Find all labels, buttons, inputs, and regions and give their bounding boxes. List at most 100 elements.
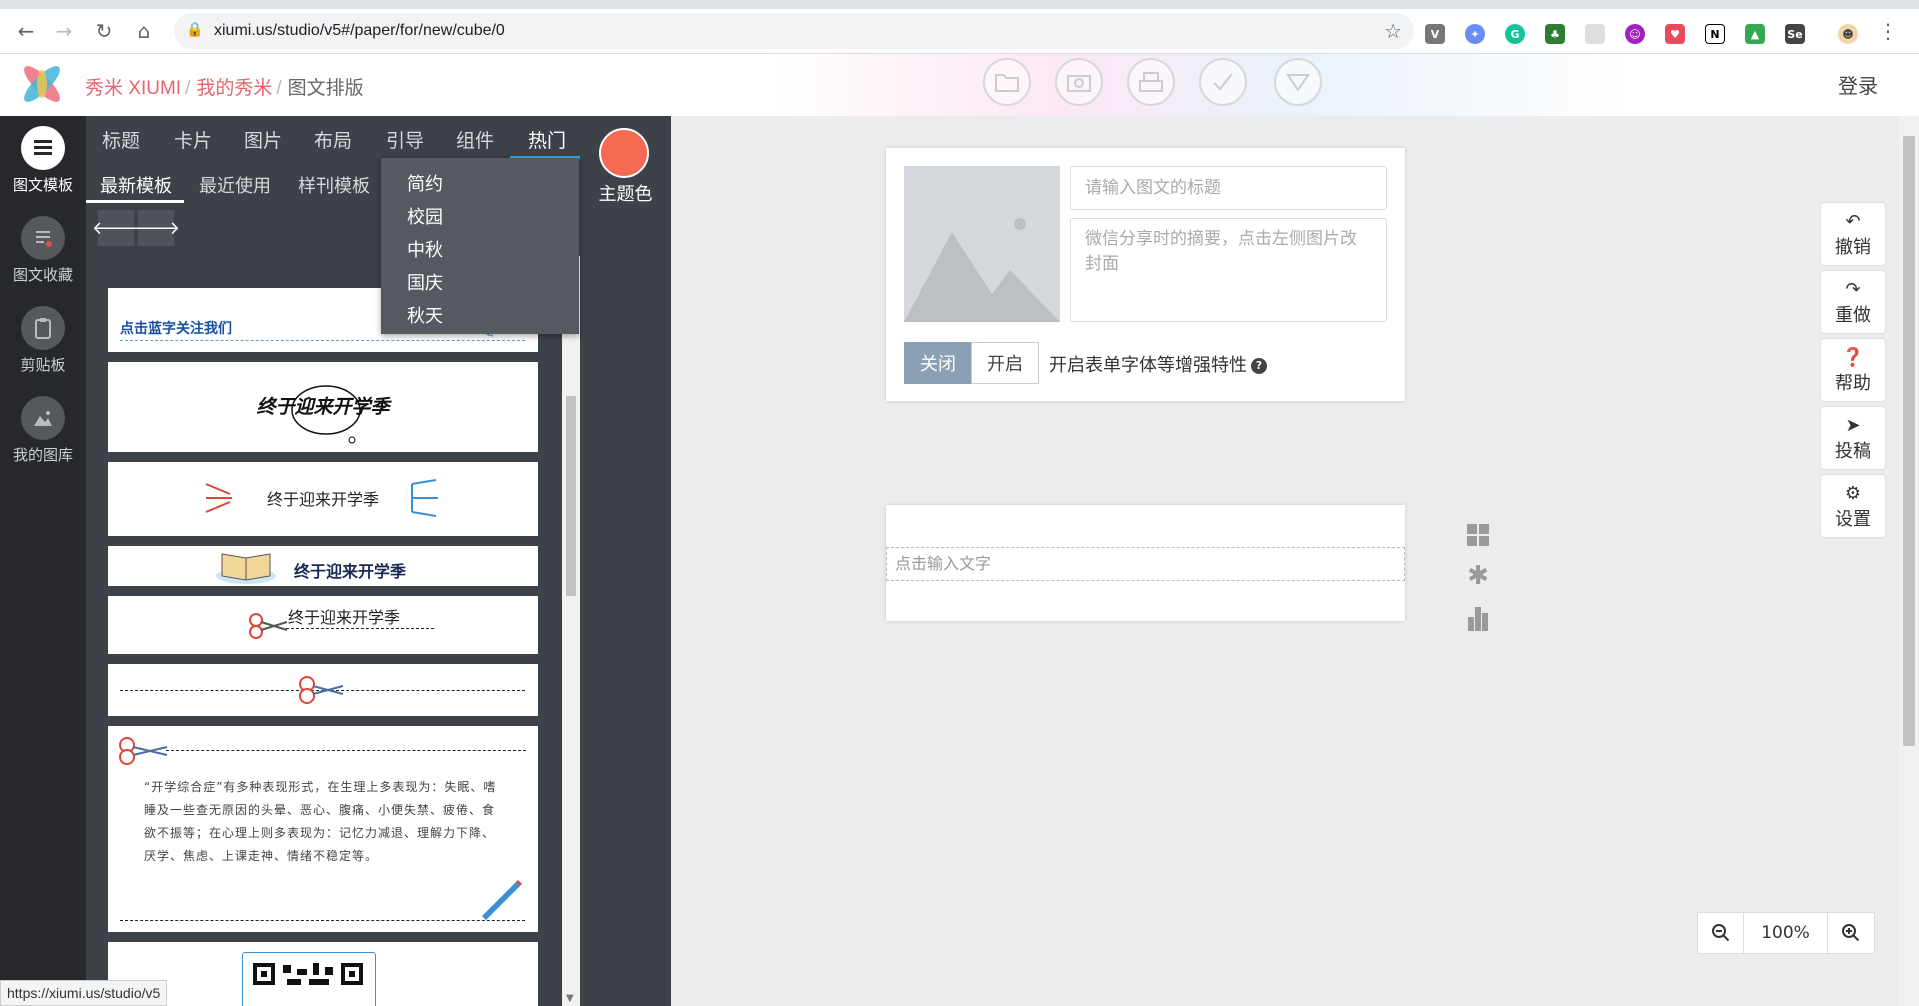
article-meta-card: 关闭 开启 开启表单字体等增强特性?: [886, 148, 1405, 401]
pen-icon: [482, 880, 522, 920]
breadcrumb-current: 图文排版: [287, 78, 364, 99]
image-placeholder-icon: [904, 166, 1060, 322]
extension-grammarly-icon[interactable]: G: [1505, 24, 1525, 44]
qr-code-icon: [253, 963, 363, 985]
template-card-school[interactable]: 终于迎来开学季: [108, 462, 538, 536]
tab-layout[interactable]: 布局: [314, 126, 352, 153]
template-text: 终于迎来开学季: [288, 608, 401, 627]
tab-image[interactable]: 图片: [244, 126, 282, 153]
template-list-scrollbar[interactable]: ▼: [562, 256, 580, 1006]
tab-hot[interactable]: 热门: [528, 126, 566, 153]
zoom-out-icon[interactable]: [1698, 913, 1744, 953]
bar-chart-icon[interactable]: [1465, 605, 1491, 631]
help-icon[interactable]: ?: [1251, 358, 1267, 374]
template-text: 终于迎来开学季: [266, 490, 379, 509]
next-page-button[interactable]: 🡒: [132, 210, 180, 246]
theme-color-swatch[interactable]: [599, 128, 649, 178]
grid-layout-icon[interactable]: [1465, 522, 1491, 548]
qr-frame: [242, 952, 376, 1006]
breadcrumb-mine[interactable]: 我的秀米: [196, 78, 272, 99]
template-card-school[interactable]: 终于迎来开学季: [108, 596, 538, 654]
extension-tree-icon[interactable]: ♣: [1545, 24, 1565, 44]
dashed-line: [120, 340, 525, 341]
undo-label: 撤销: [1835, 237, 1871, 258]
scissors-icon: [119, 737, 168, 765]
settings-label: 设置: [1835, 509, 1871, 530]
extension-notion-icon[interactable]: N: [1705, 24, 1725, 44]
dropdown-item-simple[interactable]: 简约: [407, 170, 443, 196]
rail-item-clipboard[interactable]: 剪贴板: [0, 306, 86, 375]
bookmark-star-icon[interactable]: ☆: [1384, 19, 1402, 43]
dropdown-item-campus[interactable]: 校园: [407, 203, 443, 229]
prev-page-button[interactable]: 🡐: [92, 210, 140, 246]
redo-button[interactable]: ↷ 重做: [1820, 270, 1886, 334]
extension-v-icon[interactable]: V: [1425, 24, 1445, 44]
triangle-down-icon[interactable]: [1274, 58, 1322, 106]
submit-button[interactable]: ➤ 投稿: [1820, 406, 1886, 470]
extension-selenium-icon[interactable]: Se: [1785, 24, 1805, 44]
scroll-down-arrow[interactable]: ▼: [566, 993, 574, 1004]
tab-title[interactable]: 标题: [102, 126, 140, 153]
forward-icon[interactable]: →: [48, 15, 80, 47]
check-icon[interactable]: [1199, 58, 1247, 106]
enhanced-features-text: 开启表单字体等增强特性: [1049, 355, 1247, 376]
tab-component[interactable]: 组件: [456, 126, 494, 153]
dashed-line: [120, 920, 525, 921]
settings-button[interactable]: ⚙ 设置: [1820, 474, 1886, 538]
template-card-school[interactable]: 终于迎来开学季: [108, 546, 538, 586]
scroll-thumb[interactable]: [566, 396, 576, 596]
zoom-level: 100%: [1744, 913, 1828, 953]
title-input[interactable]: [1070, 166, 1387, 210]
xiumi-logo[interactable]: [16, 60, 68, 108]
template-card-school[interactable]: 终于迎来开学季: [108, 362, 538, 452]
address-bar[interactable]: 🔒 xiumi.us/studio/v5#/paper/for/new/cube…: [174, 13, 1414, 49]
template-panel: 标题 卡片 图片 布局 引导 组件 热门 最新模板 最近使用 样刊模板 🡐 🡒 …: [86, 116, 671, 1006]
rail-item-gallery[interactable]: 我的图库: [0, 396, 86, 465]
extension-purple-icon[interactable]: ☺: [1625, 24, 1645, 44]
tab-guide[interactable]: 引导: [386, 126, 424, 153]
extension-drive-icon[interactable]: ▲: [1745, 24, 1765, 44]
theme-color-picker[interactable]: 主题色: [580, 116, 671, 214]
folder-icon[interactable]: [983, 58, 1031, 106]
undo-button[interactable]: ↶ 撤销: [1820, 202, 1886, 266]
help-button[interactable]: ❓ 帮助: [1820, 338, 1886, 402]
summary-input[interactable]: [1070, 218, 1387, 322]
dropdown-item-national-day[interactable]: 国庆: [407, 269, 443, 295]
rail-item-templates[interactable]: 图文模板: [0, 126, 86, 195]
tab-card[interactable]: 卡片: [174, 126, 212, 153]
profile-avatar[interactable]: ☻: [1838, 24, 1858, 44]
subtab-latest[interactable]: 最新模板: [100, 172, 172, 198]
zoom-in-icon[interactable]: [1828, 913, 1874, 953]
home-icon[interactable]: ⌂: [128, 15, 160, 47]
menu-icon: [21, 126, 65, 170]
back-icon[interactable]: ←: [10, 15, 42, 47]
printer-icon[interactable]: [1127, 58, 1175, 106]
toggle-off-button[interactable]: 关闭: [904, 342, 972, 384]
rail-label: 剪贴板: [20, 356, 66, 374]
extension-bird-icon[interactable]: ✦: [1465, 24, 1485, 44]
toggle-on-button[interactable]: 开启: [971, 342, 1039, 384]
asterisk-icon[interactable]: ✱: [1465, 561, 1491, 591]
cover-image-placeholder[interactable]: [904, 166, 1060, 322]
template-card-article[interactable]: “开学综合症”有多种表现形式，在生理上多表现为：失眠、嗜睡及一些查无原因的头晕、…: [108, 726, 538, 932]
theme-color-label: 主题色: [598, 184, 653, 205]
subtab-recent[interactable]: 最近使用: [199, 172, 271, 198]
extension-pocket-icon[interactable]: ♥: [1665, 24, 1685, 44]
enhanced-features-label: 开启表单字体等增强特性?: [1049, 351, 1267, 377]
extension-blank-icon[interactable]: [1585, 24, 1605, 44]
page-scrollbar[interactable]: [1899, 116, 1919, 1006]
login-link[interactable]: 登录: [1838, 70, 1878, 99]
dropdown-item-autumn[interactable]: 秋天: [407, 302, 443, 328]
breadcrumb-home[interactable]: 秀米 XIUMI: [85, 78, 181, 99]
template-card-divider[interactable]: [108, 664, 538, 716]
subtab-sample[interactable]: 样刊模板: [298, 172, 370, 198]
address-url[interactable]: xiumi.us/studio/v5#/paper/for/new/cube/0: [214, 22, 505, 40]
rail-item-favorites[interactable]: 图文收藏: [0, 216, 86, 285]
body-text-input[interactable]: 点击输入文字: [886, 547, 1405, 581]
template-card-qrcode[interactable]: [108, 942, 538, 1006]
reload-icon[interactable]: ↻: [88, 15, 120, 47]
dropdown-item-midautumn[interactable]: 中秋: [407, 236, 443, 262]
camera-icon[interactable]: [1055, 58, 1103, 106]
page-scroll-thumb[interactable]: [1903, 136, 1915, 746]
browser-menu-icon[interactable]: ⋮: [1872, 15, 1904, 47]
